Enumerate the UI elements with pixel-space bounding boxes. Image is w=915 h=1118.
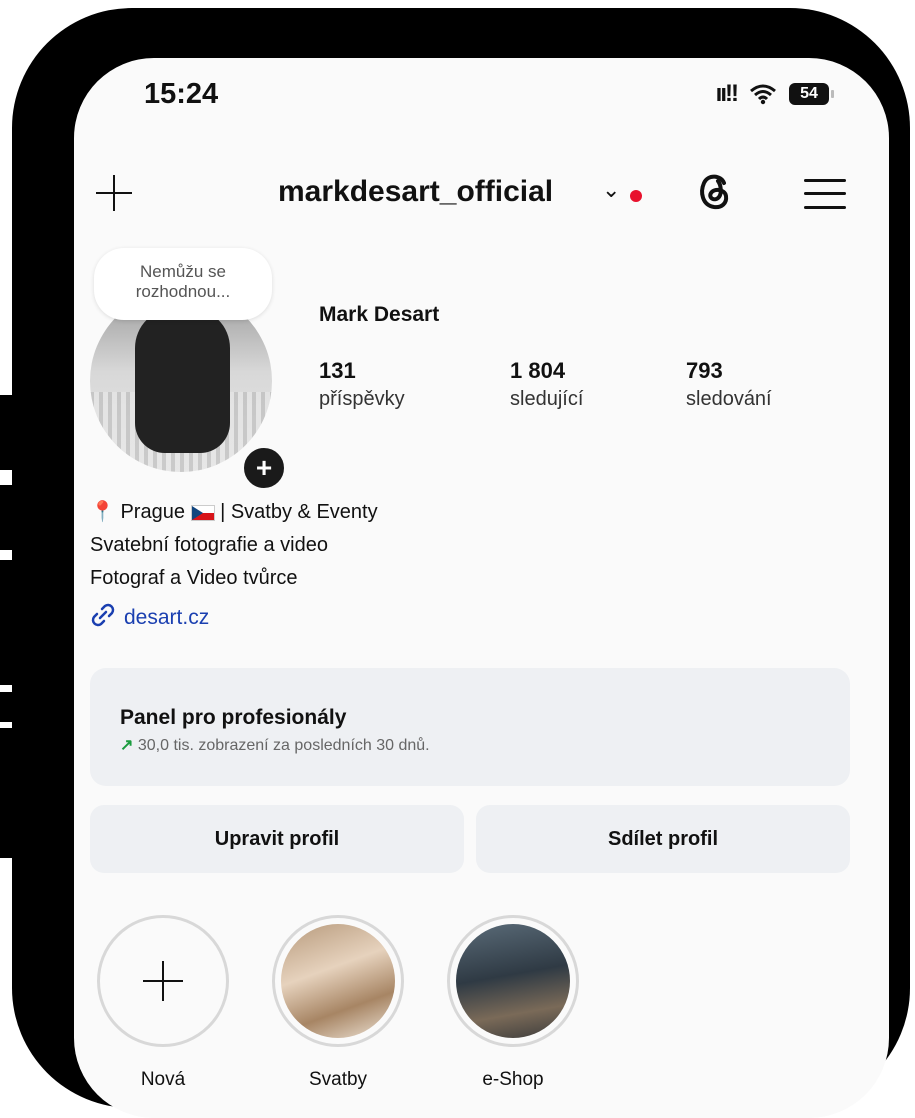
- highlight-ring: [447, 915, 579, 1047]
- czech-flag-icon: [190, 504, 215, 521]
- highlight-ring: [272, 915, 404, 1047]
- highlight-ring: [97, 915, 229, 1047]
- stat-value: 1 804: [510, 358, 566, 383]
- pin-icon: 📍: [90, 501, 115, 523]
- bio-location: Prague: [120, 501, 185, 523]
- highlight-label: Svatby: [308, 1069, 368, 1090]
- bio: 📍 Prague | Svatby & Eventy Svatební foto…: [90, 496, 378, 595]
- stat-value: 793: [686, 358, 723, 383]
- profile-link[interactable]: desart.cz: [90, 602, 209, 634]
- stat-value: 131: [319, 358, 356, 383]
- stat-posts[interactable]: 131 příspěvky: [319, 358, 405, 411]
- link-icon: [90, 602, 116, 634]
- bio-line: 📍 Prague | Svatby & Eventy: [90, 496, 378, 529]
- highlight-label: Nová: [140, 1069, 186, 1090]
- notification-dot: [630, 190, 642, 202]
- highlight-label: e-Shop: [482, 1069, 544, 1090]
- highlight-cover: [281, 924, 395, 1038]
- trend-up-arrow-icon: ↗: [120, 737, 134, 754]
- stat-label: sledující: [510, 388, 584, 410]
- top-bar: markdesart_official ⌄: [74, 163, 889, 223]
- phone-frame: 15:24 ıı!! 54 markdesart_official ⌄ + Ne…: [12, 8, 910, 1118]
- dashboard-subtitle: ↗ 30,0 tis. zobrazení za posledních 30 d…: [120, 735, 430, 755]
- add-story-icon[interactable]: +: [240, 444, 288, 492]
- signal-icon: ıı!!: [715, 80, 739, 107]
- bio-line: Svatební fotografie a video: [90, 534, 328, 556]
- chevron-down-icon[interactable]: ⌄: [602, 177, 620, 203]
- display-name: Mark Desart: [319, 303, 440, 326]
- stat-label: příspěvky: [319, 388, 405, 410]
- screen: 15:24 ıı!! 54 markdesart_official ⌄ + Ne…: [74, 58, 889, 1118]
- status-icons: ıı!! 54: [715, 80, 834, 108]
- stat-label: sledování: [686, 388, 772, 410]
- stat-following[interactable]: 793 sledování: [686, 358, 772, 411]
- hamburger-menu-icon[interactable]: [804, 177, 846, 211]
- create-plus-icon[interactable]: [94, 173, 134, 213]
- stat-followers[interactable]: 1 804 sledující: [510, 358, 583, 411]
- bio-tagline: | Svatby & Eventy: [220, 501, 378, 523]
- highlight-new[interactable]: Nová: [94, 915, 232, 1091]
- status-time: 15:24: [144, 78, 219, 110]
- highlight-svatby[interactable]: Svatby: [269, 915, 407, 1091]
- highlight-cover: [456, 924, 570, 1038]
- battery-icon: 54: [789, 83, 834, 105]
- account-switcher-username[interactable]: markdesart_official: [278, 175, 553, 209]
- dashboard-views: 30,0 tis. zobrazení za posledních 30 dnů…: [137, 737, 430, 754]
- share-profile-button[interactable]: Sdílet profil: [476, 805, 850, 873]
- threads-icon[interactable]: [696, 171, 734, 218]
- profile-note[interactable]: Nemůžu se rozhodnou...: [94, 248, 272, 320]
- bio-line: Fotograf a Video tvůrce: [90, 567, 298, 589]
- highlight-eshop[interactable]: e-Shop: [444, 915, 582, 1091]
- wifi-icon: [749, 83, 777, 105]
- professional-dashboard[interactable]: Panel pro profesionály ↗ 30,0 tis. zobra…: [90, 668, 850, 786]
- link-text[interactable]: desart.cz: [124, 606, 209, 630]
- plus-icon: [143, 961, 183, 1001]
- edit-profile-button[interactable]: Upravit profil: [90, 805, 464, 873]
- dashboard-title: Panel pro profesionály: [120, 706, 347, 729]
